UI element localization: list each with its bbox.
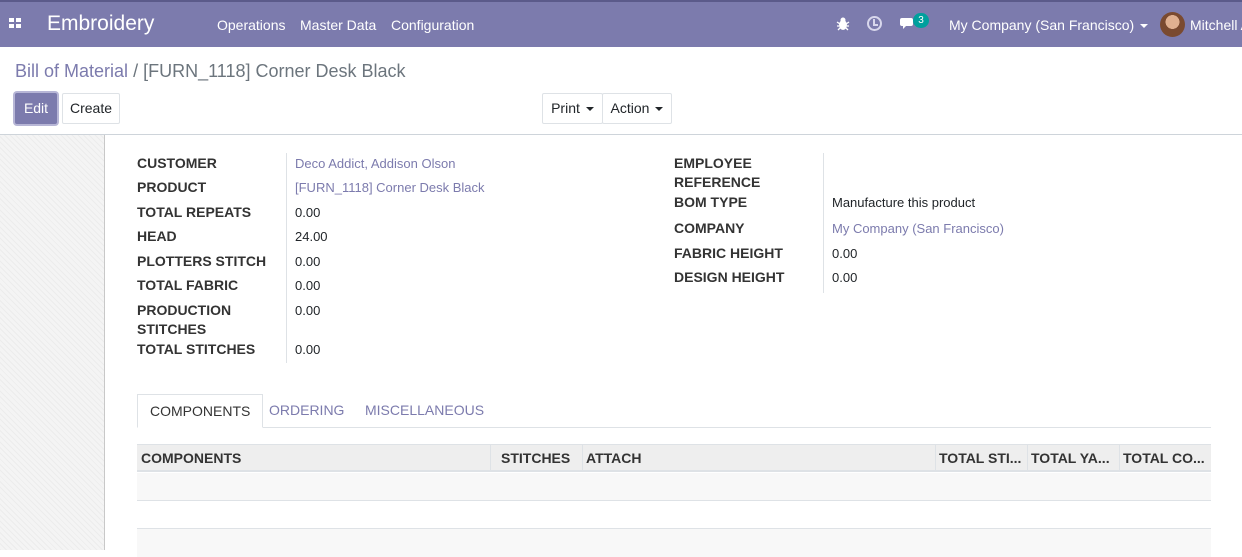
production-stitches-value: 0.00 [295,303,321,318]
head-label: HEAD [137,228,177,244]
breadcrumb-current: [FURN_1118] Corner Desk Black [143,61,406,81]
head-value: 24.00 [295,229,328,244]
design-height-label: DESIGN HEIGHT [674,269,785,285]
activity-clock-icon[interactable] [867,16,882,31]
breadcrumb-parent[interactable]: Bill of Material [15,61,128,81]
menu-operations[interactable]: Operations [217,17,285,33]
bom-type-label: BOM TYPE [674,194,748,210]
breadcrumb-separator: / [133,61,139,81]
menu-configuration[interactable]: Configuration [391,17,474,33]
field-separator [823,153,824,293]
top-navbar: Embroidery Operations Master Data Config… [0,0,1242,47]
tab-components[interactable]: COMPONENTS [137,394,264,428]
column-header-stitches[interactable]: STITCHES [497,445,583,471]
sheet-border [104,135,105,550]
apps-menu-icon[interactable] [9,18,21,29]
company-name: My Company (San Francisco) [949,17,1135,33]
customer-value[interactable]: Deco Addict, Addison Olson [295,154,455,173]
table-row [137,501,1211,529]
column-header-components[interactable]: COMPONENTS [137,445,491,471]
breadcrumb: Bill of Material / [FURN_1118] Corner De… [15,61,406,82]
employee-reference-label: EMPLOYEE REFERENCE [674,155,761,190]
plotters-stitch-label: PLOTTERS STITCH [137,253,267,269]
caret-down-icon [1140,24,1149,29]
control-panel-divider [0,134,1242,135]
table-row [137,529,1211,557]
bom-type-value: Manufacture this product [832,195,976,210]
total-repeats-value: 0.00 [295,205,321,220]
column-header-attach[interactable]: ATTACH [582,445,936,471]
product-value[interactable]: [FURN_1118] Corner Desk Black [295,178,485,197]
fabric-height-label: FABRIC HEIGHT [674,245,783,261]
sheet-background [0,135,105,550]
column-header-total-yards[interactable]: TOTAL YA... [1027,445,1120,471]
company-value[interactable]: My Company (San Francisco) [832,219,1004,238]
total-stitches-label: TOTAL STITCHES [137,341,256,357]
action-label: Action [610,100,650,116]
total-stitches-value: 0.00 [295,342,321,357]
caret-down-icon [585,107,594,112]
print-button[interactable]: Print [542,93,603,124]
total-fabric-value: 0.00 [295,278,321,293]
caret-down-icon [655,107,664,112]
design-height-value: 0.00 [832,270,858,285]
company-switcher[interactable]: My Company (San Francisco) [949,17,1149,33]
app-title[interactable]: Embroidery [47,12,154,36]
menu-master-data[interactable]: Master Data [300,17,376,33]
debug-bug-icon[interactable] [836,17,850,31]
edit-button[interactable]: Edit [15,93,57,124]
company-label: COMPANY [674,220,745,236]
plotters-stitch-value: 0.00 [295,254,321,269]
production-stitches-label: PRODUCTION STITCHES [137,302,232,337]
tab-ordering[interactable]: ORDERING [257,394,356,428]
table-row [137,473,1211,501]
create-button[interactable]: Create [62,93,120,124]
column-header-total-stitches[interactable]: TOTAL STI... [935,445,1028,471]
field-separator [286,153,287,363]
action-button[interactable]: Action [602,93,672,124]
user-avatar[interactable] [1160,12,1185,37]
print-label: Print [551,100,580,116]
total-fabric-label: TOTAL FABRIC [137,277,239,293]
user-name[interactable]: Mitchell A [1190,17,1242,33]
tab-miscellaneous[interactable]: MISCELLANEOUS [353,394,496,428]
fabric-height-value: 0.00 [832,246,858,261]
messages-count-badge: 3 [913,13,929,28]
total-repeats-label: TOTAL REPEATS [137,204,252,220]
column-header-total-cost[interactable]: TOTAL CO... [1119,445,1211,471]
components-table-header: COMPONENTS STITCHES ATTACH TOTAL STI... … [137,444,1211,472]
customer-label: CUSTOMER [137,155,217,171]
product-label: PRODUCT [137,179,207,195]
